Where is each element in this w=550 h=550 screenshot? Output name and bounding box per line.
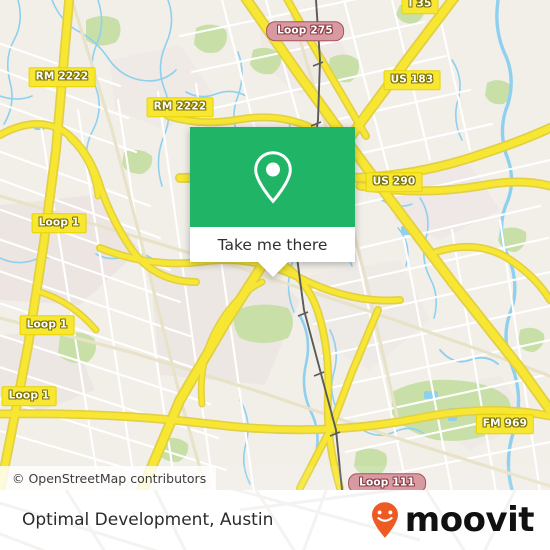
map-pin-icon [253, 151, 292, 204]
moovit-brand[interactable]: moovit [366, 500, 535, 540]
place-title: Optimal Development, Austin [22, 510, 274, 530]
route-shield: I 35 [401, 0, 439, 14]
moovit-pin-icon [371, 502, 398, 538]
route-shield: Loop 275 [266, 21, 344, 41]
route-shield: Loop 1 [19, 315, 75, 335]
location-popup-card[interactable]: Take me there [190, 127, 355, 277]
popup-tail-pointer [257, 262, 288, 277]
attribution-text: © OpenStreetMap contributors [12, 470, 207, 486]
popup-image-panel [190, 127, 355, 227]
route-shield: Loop 111 [348, 473, 426, 490]
take-me-there-button[interactable]: Take me there [190, 227, 355, 262]
footer-bar: Optimal Development, Austin moovit [0, 490, 550, 550]
moovit-location-card: RM 2222 RM 2222 Loop 275 I 35 US 183 US 290 Lo… [0, 0, 550, 550]
moovit-wordmark: moovit [404, 500, 535, 540]
route-shield: FM 969 [475, 414, 535, 434]
route-shield: US 183 [383, 70, 441, 90]
take-me-there-label: Take me there [217, 235, 328, 254]
route-shield: Loop 1 [1, 386, 57, 406]
route-shield: US 290 [365, 172, 423, 192]
route-shield: RM 2222 [146, 97, 214, 117]
route-shield: Loop 1 [31, 213, 87, 233]
map-canvas[interactable]: RM 2222 RM 2222 Loop 275 I 35 US 183 US 290 Lo… [0, 0, 550, 490]
map-attribution[interactable]: © OpenStreetMap contributors [0, 466, 217, 490]
route-shield: RM 2222 [28, 67, 96, 87]
